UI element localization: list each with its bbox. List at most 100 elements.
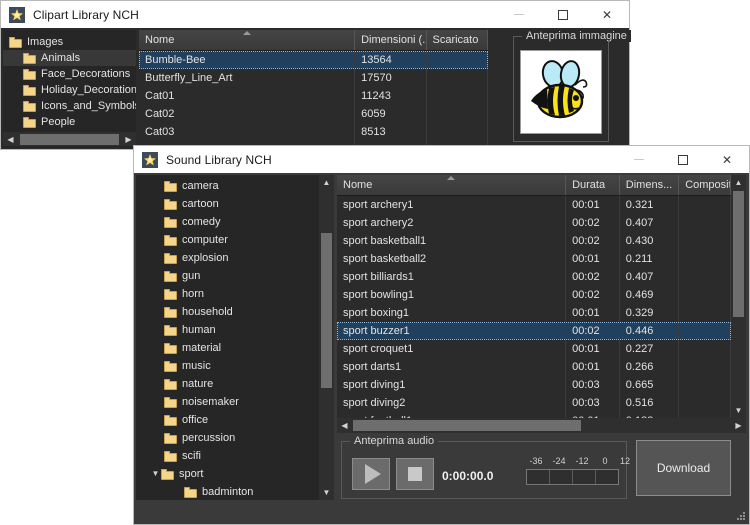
tree-item-animals[interactable]: Animals [3,50,136,66]
minimize-button[interactable] [497,1,541,28]
tree-item-label: sport [179,468,204,480]
table-row[interactable]: Butterfly_Line_Art 17570 [139,69,488,87]
sound-list-header[interactable]: Nome Durata Dimens... Composit [337,175,731,196]
tree-item-office[interactable]: office [136,411,319,429]
scroll-right-arrow[interactable]: ▶ [731,418,746,433]
scroll-left-arrow[interactable]: ◀ [3,132,18,147]
sound-col-dimens[interactable]: Dimens... [619,175,680,195]
cell-name: sport bowling1 [337,286,567,304]
table-row[interactable]: Cat01 11243 [139,87,488,105]
tree-item-props[interactable]: Props [3,146,136,148]
tree-item-camera[interactable]: camera [136,177,319,195]
close-button[interactable]: ✕ [585,1,629,28]
tree-item-percussion[interactable]: percussion [136,429,319,447]
table-row[interactable]: sport archery1 00:01 0.321 [337,196,731,214]
stop-button[interactable] [396,458,434,490]
meter-label-3: 0 [602,456,608,466]
clipart-col-dimensioni[interactable]: Dimensioni (... [355,30,427,50]
minimize-button[interactable] [617,146,661,173]
sound-list-hscrollbar[interactable]: ◀ ▶ [337,418,746,433]
table-row[interactable]: sport archery2 00:02 0.407 [337,214,731,232]
maximize-button[interactable] [541,1,585,28]
table-row[interactable]: sport basketball1 00:02 0.430 [337,232,731,250]
tree-item-cartoon[interactable]: cartoon [136,195,319,213]
tree-item-explosion[interactable]: explosion [136,249,319,267]
tree-item-comedy[interactable]: comedy [136,213,319,231]
window2-titlebar[interactable]: Sound Library NCH ✕ [133,145,750,173]
folder-icon [164,306,177,318]
cell-size: 0.329 [620,304,680,322]
table-row[interactable]: sport bowling1 00:02 0.469 [337,286,731,304]
maximize-button[interactable] [661,146,705,173]
scroll-left-arrow[interactable]: ◀ [337,418,352,433]
sound-list-vscrollbar[interactable]: ▲ ▼ [731,175,746,418]
table-row[interactable]: sport buzzer1 00:02 0.446 [337,322,731,340]
sound-list-rows[interactable]: sport archery1 00:01 0.321 sport archery2 00… [337,196,731,418]
clipart-list-rows[interactable]: Bumble-Bee 13564 Butterfly_Line_Art 17570 Ca… [139,51,488,148]
scroll-up-arrow[interactable]: ▲ [731,175,746,190]
table-row[interactable]: Cat03 8513 [139,123,488,141]
close-button[interactable]: ✕ [705,146,749,173]
folder-icon [164,342,177,354]
clipart-list-vscrollbar[interactable] [490,51,502,148]
tree-item-music[interactable]: music [136,357,319,375]
sound-col-composit[interactable]: Composit [679,175,731,195]
play-button[interactable] [352,458,390,490]
scroll-down-arrow[interactable]: ▼ [319,485,334,500]
tree-item-badminton[interactable]: badminton [136,483,319,500]
tree-hscrollbar[interactable]: ◀ ▶ [3,132,136,146]
tree-item-gun[interactable]: gun [136,267,319,285]
chevron-down-icon[interactable]: ▼ [150,470,161,478]
tree-item-face_decorations[interactable]: Face_Decorations [3,66,136,82]
tree-item-images[interactable]: Images [3,34,136,50]
tree-item-scifi[interactable]: scifi [136,447,319,465]
table-row[interactable]: sport diving2 00:03 0.516 [337,394,731,412]
tree-item-people[interactable]: People [3,114,136,130]
clipart-file-list[interactable]: Nome Dimensioni (... Scaricato Bumble-Bee 1… [139,30,488,148]
sound-col-nome[interactable]: Nome [337,175,567,195]
tree-item-label: Icons_and_Symbols [41,100,136,112]
hscroll-thumb[interactable] [20,134,119,145]
hscroll-thumb[interactable] [353,420,581,431]
clipart-col-scaricato[interactable]: Scaricato [426,30,488,50]
tree-item-holiday_decorations[interactable]: Holiday_Decorations [3,82,136,98]
tree-item-label: People [41,116,76,128]
table-row[interactable]: sport basketball2 00:01 0.211 [337,250,731,268]
tree-item-icons_and_symbols[interactable]: Icons_and_Symbols [3,98,136,114]
sound-col-durata[interactable]: Durata [566,175,620,195]
cell-duration: 00:02 [566,286,620,304]
table-row[interactable]: Cat02 6059 [139,105,488,123]
tree-item-sport[interactable]: ▼ sport [136,465,319,483]
table-row[interactable]: sport croquet1 00:01 0.227 [337,340,731,358]
table-row[interactable]: Bumble-Bee 13564 [139,51,488,69]
sound-folder-tree[interactable]: camera cartoon comedy computer explosion gun h… [136,175,319,500]
cell-composer [679,286,731,304]
cell-name: sport boxing1 [337,304,567,322]
clipart-list-header[interactable]: Nome Dimensioni (... Scaricato [139,30,488,51]
download-button[interactable]: Download [636,440,731,496]
clipart-col-nome[interactable]: Nome [139,30,356,50]
clipart-folder-tree[interactable]: Images Animals Face_Decorations Holiday_Dec… [3,30,136,148]
window1-titlebar[interactable]: Clipart Library NCH ✕ [0,0,630,28]
tree-item-household[interactable]: household [136,303,319,321]
vscroll-thumb[interactable] [733,191,744,317]
tree-item-computer[interactable]: computer [136,231,319,249]
scroll-up-arrow[interactable]: ▲ [319,175,334,190]
tree-item-human[interactable]: human [136,321,319,339]
tree-item-label: computer [182,234,228,246]
table-row[interactable]: sport diving1 00:03 0.665 [337,376,731,394]
sound-tree-vscrollbar[interactable]: ▲ ▼ [319,175,334,500]
table-row[interactable]: sport darts1 00:01 0.266 [337,358,731,376]
table-row[interactable]: sport billiards1 00:02 0.407 [337,268,731,286]
tree-item-noisemaker[interactable]: noisemaker [136,393,319,411]
tree-item-material[interactable]: material [136,339,319,357]
resize-gripper[interactable] [735,510,745,520]
tree-item-horn[interactable]: horn [136,285,319,303]
tree-item-nature[interactable]: nature [136,375,319,393]
meter-label-1: -24 [552,456,566,466]
vscroll-thumb[interactable] [321,233,332,388]
table-row[interactable]: sport boxing1 00:01 0.329 [337,304,731,322]
scroll-down-arrow[interactable]: ▼ [731,403,746,418]
cell-size: 0.516 [620,394,680,412]
sound-file-list[interactable]: Nome Durata Dimens... Composit sport archer… [337,175,731,418]
